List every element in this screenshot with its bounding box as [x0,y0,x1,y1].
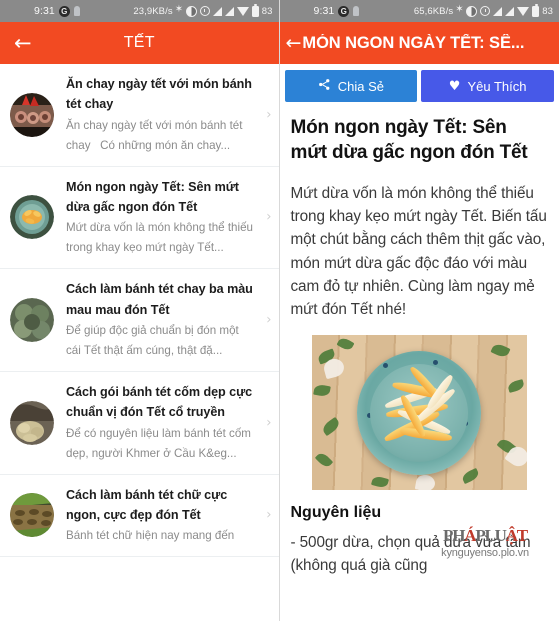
status-bar-left-group: 9:31 G [314,5,360,17]
list-item[interactable]: Món ngon ngày Tết: Sên mứt dừa gấc ngon … [0,167,279,270]
dual-screenshot: 9:31 G 23,9KB/s 83 ← TẾT [0,0,559,621]
status-bar-right: 9:31 G 65,6KB/s 83 [279,0,559,22]
app-bar-right: ← MÓN NGON NGÀY TẾT: SÊ... [279,22,559,64]
section-heading: Nguyên liệu [290,504,382,522]
list-item-description: Để giúp độc giả chuẩn bị đón một cái Tết… [66,324,239,358]
list-item-text: Cách làm bánh tét chay ba màu mau mau đó… [66,279,271,361]
page-title: MÓN NGON NGÀY TẾT: SÊ... [302,33,525,52]
dish-photo [311,335,527,491]
bowl [357,350,482,475]
network-speed-label: 65,6KB/s [413,5,454,17]
list-item-description: Ăn chay ngày tết với món bánh tét chay C… [66,118,243,152]
bluetooth-icon [455,4,463,17]
volume-icon [185,5,197,17]
thumbnail-image [10,195,54,240]
article-list[interactable]: Ăn chay ngày tết với món bánh tét chay Ă… [0,64,279,621]
status-bar-left: 9:31 G 23,9KB/s 83 [0,0,279,22]
list-item[interactable]: Ăn chay ngày tết với món bánh tét chay Ă… [0,64,279,167]
chevron-right-icon: › [266,107,272,123]
list-item[interactable]: Cách làm bánh tét chữ cực ngon, cực đẹp … [0,475,279,558]
list-item-description: Mứt dừa vốn là món không thể thiếu trong… [66,221,253,255]
chevron-right-icon: › [266,312,272,328]
chevron-right-icon: › [266,415,272,431]
thumbnail-image [10,92,54,137]
status-bar-left-group: 9:31 G [34,5,80,17]
heart-icon: ♥ [448,78,461,94]
right-pane-article-detail: 9:31 G 65,6KB/s 83 ← MÓN NGON NGÀY TẾT: … [279,0,559,621]
signal-bars-icon-2 [224,6,234,16]
list-item-text: Cách làm bánh tét chữ cực ngon, cực đẹp … [66,485,271,547]
wifi-icon [236,6,249,16]
status-bar-right-group: 23,9KB/s 83 [133,3,273,17]
notification-pin-icon [73,6,80,16]
list-item-text: Món ngon ngày Tết: Sên mứt dừa gấc ngon … [66,177,271,259]
left-pane-article-list: 9:31 G 23,9KB/s 83 ← TẾT [0,0,280,621]
list-item-title: Cách làm bánh tét chữ cực ngon, cực đẹp … [66,487,228,523]
notification-pin-icon [353,6,360,16]
back-icon[interactable]: ← [0,32,46,54]
list-item[interactable]: Cách gói bánh tét cốm dẹp cực chuẩn vị đ… [0,372,279,475]
thumbnail-image [10,400,54,445]
volume-icon [466,5,478,17]
thumbnail-image [10,298,54,343]
bluetooth-icon [175,4,183,17]
list-item-title: Ăn chay ngày tết với món bánh tét chay [66,77,252,112]
favorite-button[interactable]: ♥ Yêu Thích [421,70,554,102]
chevron-right-icon: › [266,507,272,523]
battery-icon [532,3,540,17]
article-content: Chia Sẻ ♥ Yêu Thích Món ngon ngày Tết: S… [279,64,559,621]
battery-icon [251,3,259,17]
list-item-text: Cách gói bánh tét cốm dẹp cực chuẩn vị đ… [66,382,271,464]
network-speed-label: 23,9KB/s [133,5,173,17]
article-paragraph: Mứt dừa vốn là món không thể thiếu trong… [290,184,547,319]
action-button-row: Chia Sẻ ♥ Yêu Thích [280,64,559,106]
status-clock: 9:31 [313,5,335,17]
list-item-title: Món ngon ngày Tết: Sên mứt dừa gấc ngon … [66,179,239,215]
chevron-right-icon: › [266,209,272,225]
list-item[interactable]: Cách làm bánh tét chay ba màu mau mau đó… [0,269,279,372]
share-button[interactable]: Chia Sẻ [284,70,418,102]
battery-percent-label: 83 [261,5,273,17]
wifi-icon [517,6,530,16]
list-item-title: Cách làm bánh tét chay ba màu mau mau đó… [66,282,253,317]
signal-bars-icon-1 [493,6,503,16]
back-icon[interactable]: ← [286,33,303,53]
list-item-title: Cách gói bánh tét cốm dẹp cực chuẩn vị đ… [66,384,253,420]
signal-bars-icon-2 [505,6,515,16]
list-item-description: Để có nguyên liệu làm bánh tét cốm dẹp, … [66,426,251,460]
favorite-button-label: Yêu Thích [467,78,527,94]
list-item-description: Bánh tét chữ hiện nay mang đến [66,529,235,543]
google-assistant-icon: G [58,5,70,17]
google-assistant-icon: G [338,5,350,17]
share-button-label: Chia Sẻ [337,78,384,94]
bowl-inner [370,363,469,462]
article-title: Món ngon ngày Tết: Sên mứt dừa gấc ngon … [290,117,528,164]
alarm-icon [199,6,210,16]
share-icon [318,78,331,94]
list-item-text: Ăn chay ngày tết với món bánh tét chay Ă… [66,74,271,156]
alarm-icon [480,6,491,16]
thumbnail-image [10,493,54,538]
status-bar-right-group: 65,6KB/s 83 [413,3,553,17]
signal-bars-icon-1 [212,6,222,16]
ingredient-line: - 500gr dừa, chọn quả dừa vừa tầm (không… [290,534,531,575]
article-figure [280,321,559,491]
status-clock: 9:31 [34,5,55,17]
battery-percent-label: 83 [542,5,553,17]
app-bar-left: ← TẾT [0,22,279,64]
